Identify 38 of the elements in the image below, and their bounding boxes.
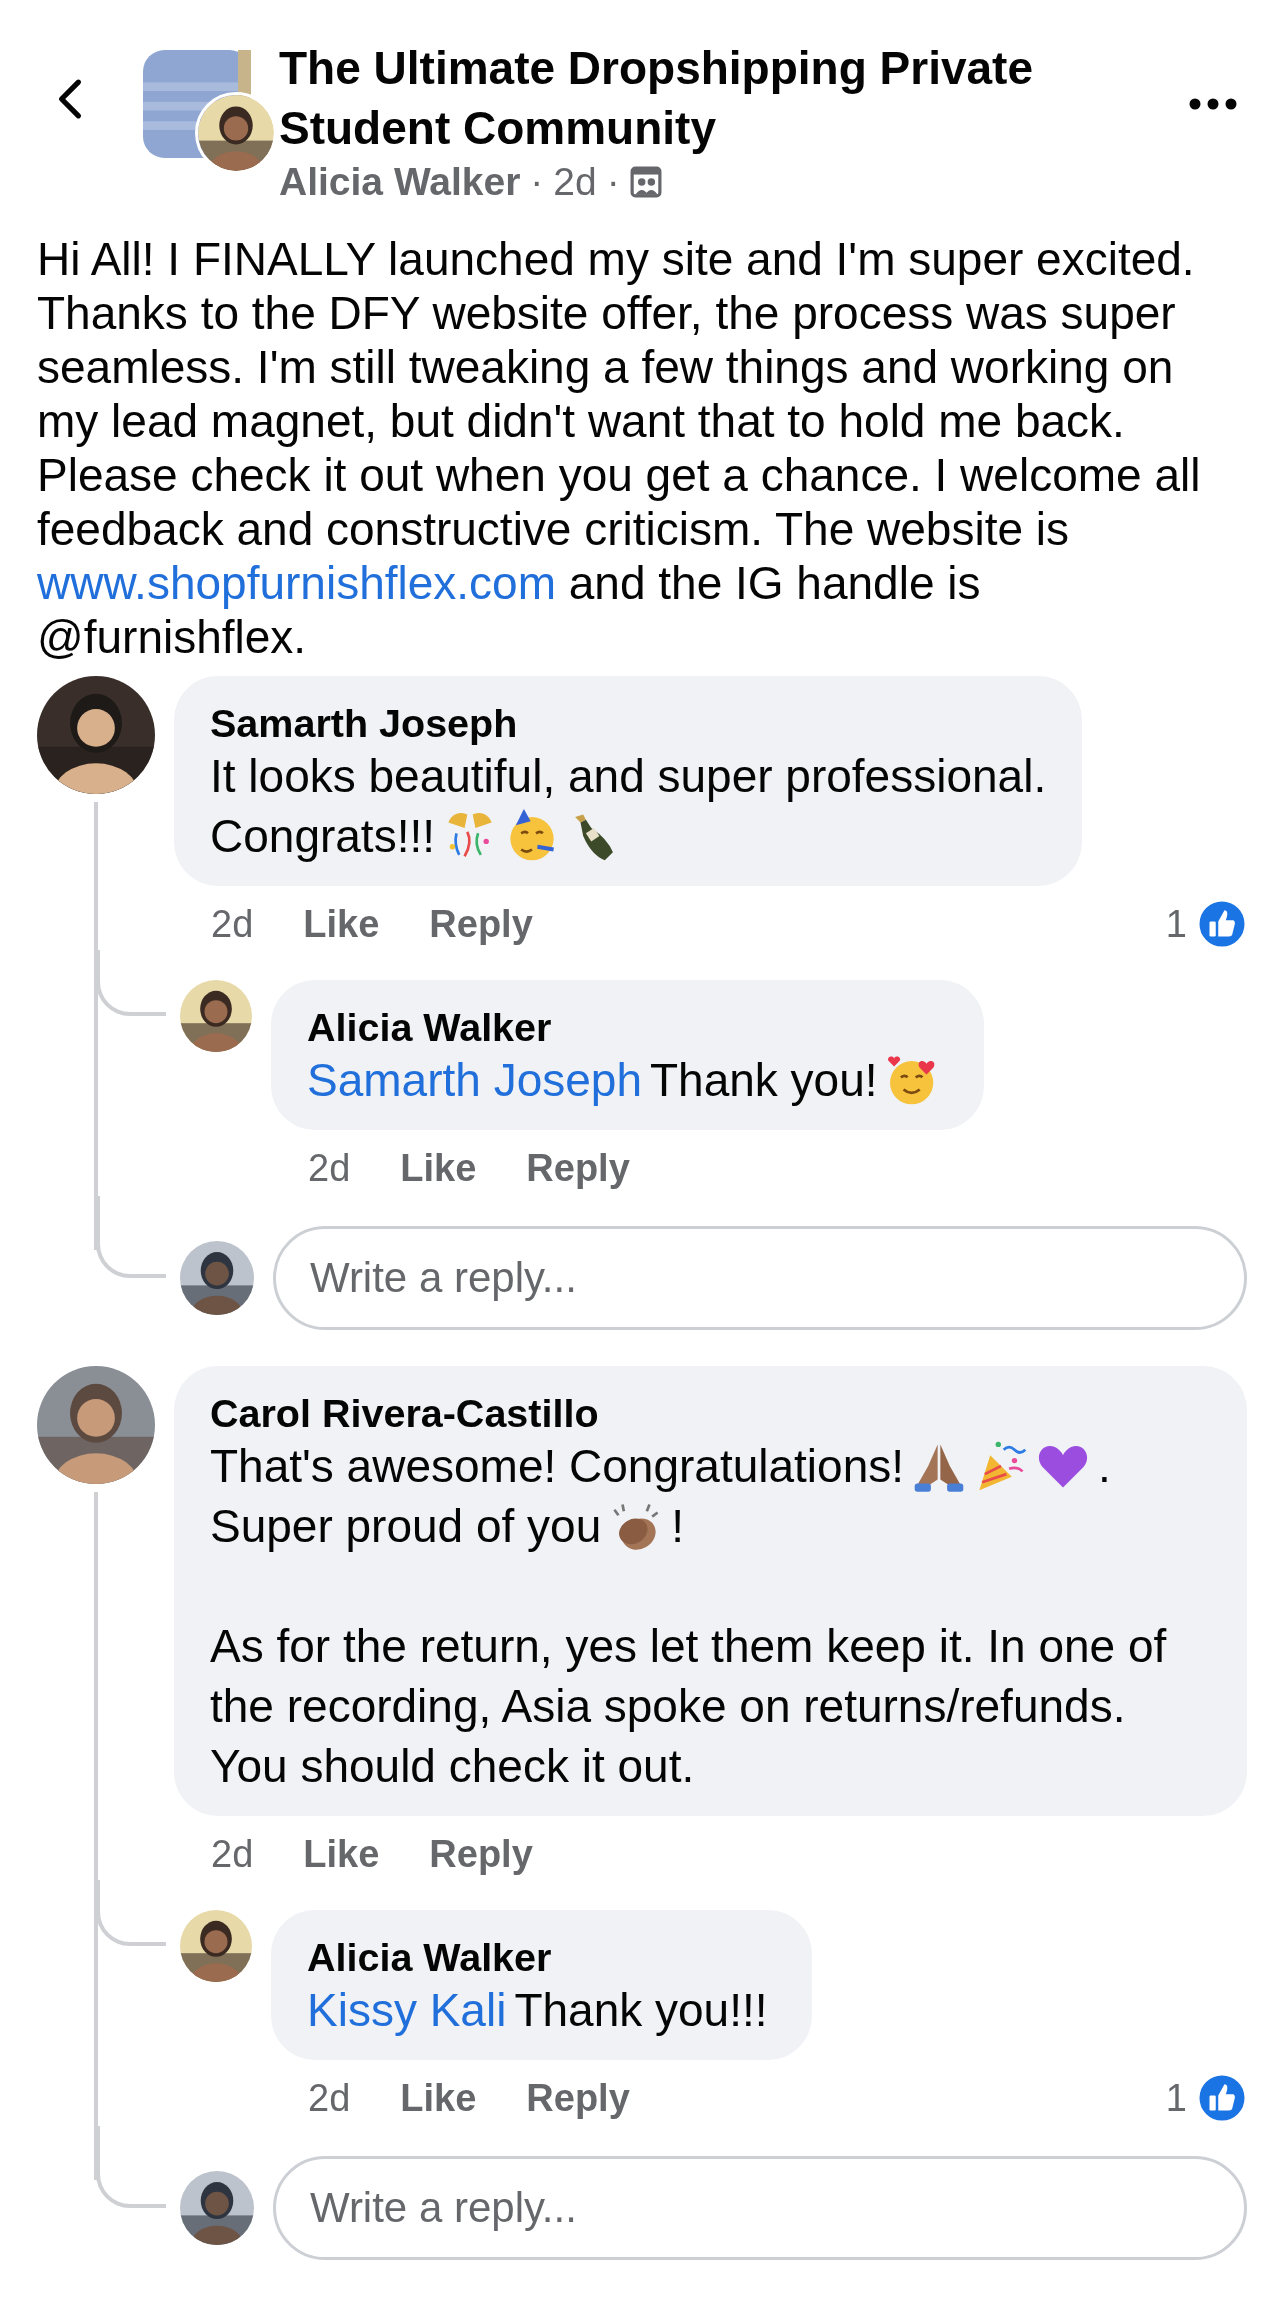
separator-dot: · — [606, 160, 620, 204]
commenter-name[interactable]: Samarth Joseph — [210, 700, 1047, 746]
like-link[interactable]: Like — [303, 1832, 380, 1876]
commenter-name[interactable]: Alicia Walker — [307, 1004, 940, 1050]
comment-time: 2d — [308, 1146, 351, 1190]
comment-text: Thank you! — [649, 1053, 878, 1108]
comment-time: 2d — [308, 2076, 351, 2120]
comment-time: 2d — [211, 1832, 254, 1876]
comment-time: 2d — [211, 902, 254, 946]
comment-text: It looks beautiful, and super professional. — [210, 749, 1047, 804]
reply-link[interactable]: Reply — [429, 1832, 533, 1876]
post-text: Hi All! I FINALLY launched my site and I'm super excited. Thanks to the DFY website offer, the process was super seamless. I'm still tweaking a few things and working on my lead magnet, but didn't want that to hold me back. Please check it out when you get a chance. I welcome all feedback and constructive criticism. The website is www.shopfurnishflex.com and the IG handle is @furnishflex. — [37, 232, 1202, 664]
like-link[interactable]: Like — [400, 1146, 477, 1190]
mention-link[interactable]: Samarth Joseph — [307, 1050, 642, 1110]
reply-link[interactable]: Reply — [526, 1146, 630, 1190]
commenter-name[interactable]: Carol Rivera-Castillo — [210, 1390, 1211, 1436]
commenter-name[interactable]: Alicia Walker — [307, 1934, 768, 1980]
reply-link[interactable]: Reply — [429, 902, 533, 946]
comment-text: Super proud of you — [210, 1499, 602, 1554]
reply-field[interactable]: Write a reply... — [273, 2156, 1247, 2260]
like-link[interactable]: Like — [303, 902, 380, 946]
comment-text: . — [1098, 1439, 1111, 1494]
reply-field[interactable]: Write a reply... — [273, 1226, 1247, 1330]
group-title[interactable]: The Ultimate Dropshipping Private Student Community — [279, 38, 1069, 158]
post-time: 2d — [553, 160, 597, 204]
website-link[interactable]: www.shopfurnishflex.com — [37, 557, 556, 609]
reaction-count: 1 — [1165, 2076, 1187, 2120]
comment-text: ! — [671, 1499, 685, 1554]
like-link[interactable]: Like — [400, 2076, 477, 2120]
reply-link[interactable]: Reply — [526, 2076, 630, 2120]
comment-text: Thank you!!! — [514, 1983, 768, 2038]
mention-link[interactable]: Kissy Kali — [307, 1980, 507, 2040]
reaction-count: 1 — [1165, 902, 1187, 946]
author-name[interactable]: Alicia Walker — [279, 160, 521, 204]
comment-text: Congrats!!! — [210, 809, 435, 864]
comment-text: That's awesome! Congratulations! — [210, 1439, 905, 1494]
separator-dot: · — [530, 160, 544, 204]
comment-text: As for the return, yes let them keep it. In one of the recording, Asia spoke on returns/refunds. You should check it out. — [210, 1619, 1168, 1794]
